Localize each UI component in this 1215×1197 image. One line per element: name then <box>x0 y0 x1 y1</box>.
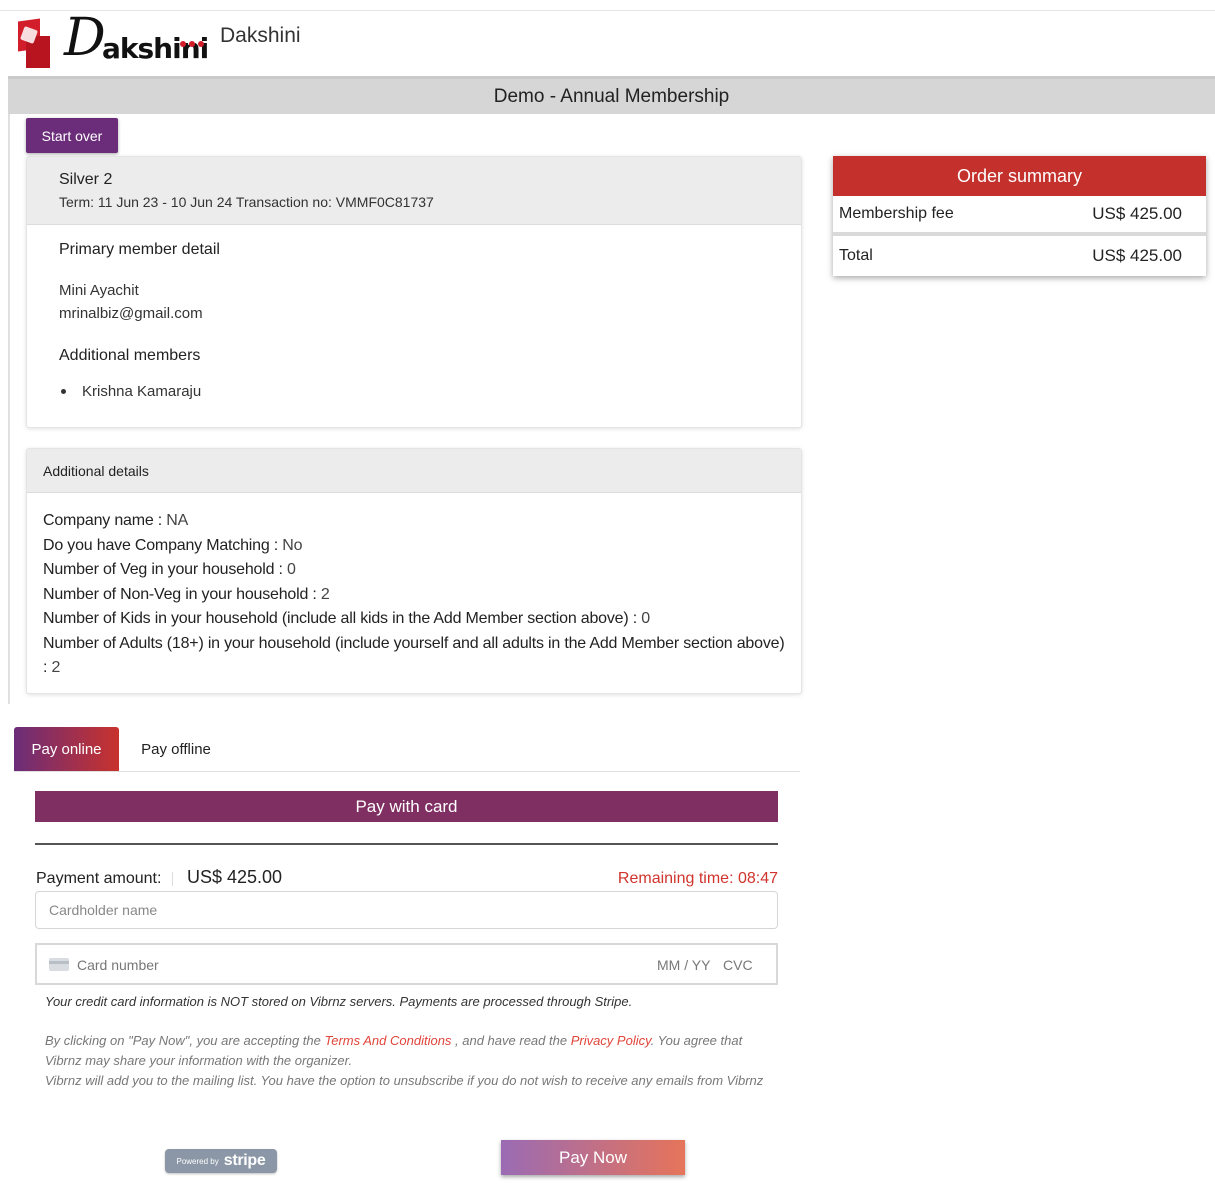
card-number-input[interactable] <box>77 953 497 977</box>
bullet-icon <box>61 389 66 394</box>
start-over-button[interactable]: Start over <box>26 118 118 153</box>
terms-and-conditions-link[interactable]: Terms And Conditions <box>324 1033 451 1048</box>
detail-adults-count: Number of Adults (18+) in your household… <box>43 634 785 677</box>
list-item: Krishna Kamaraju <box>59 383 801 400</box>
detail-nonveg-count: Number of Non-Veg in your household : 2 <box>43 585 330 603</box>
detail-veg-count: Number of Veg in your household : 0 <box>43 561 296 578</box>
payment-amount-value: US$ 425.00 <box>187 867 283 887</box>
additional-details-body: Company name : NA Do you have Company Ma… <box>27 493 801 681</box>
order-row-label: Membership fee <box>839 205 954 222</box>
order-row-total: Total US$ 425.00 <box>833 236 1206 276</box>
order-summary-title: Order summary <box>833 156 1206 196</box>
pay-now-button[interactable]: Pay Now <box>501 1140 685 1175</box>
primary-member-heading: Primary member detail <box>59 241 220 258</box>
dakshini-script-logo: D akshini <box>64 8 209 68</box>
plan-name: Silver 2 <box>59 171 113 188</box>
page-title: Demo - Annual Membership <box>8 76 1215 114</box>
order-summary-card: Order summary Membership fee US$ 425.00 … <box>833 156 1206 276</box>
brand-name: Dakshini <box>220 24 301 47</box>
primary-member-name: Mini Ayachit <box>59 282 139 299</box>
membership-card: Silver 2 Term: 11 Jun 23 - 10 Jun 24 Tra… <box>26 156 802 428</box>
card-expiry-input[interactable] <box>657 953 717 977</box>
detail-company-matching: Do you have Company Matching : No <box>43 536 303 554</box>
order-row-label: Total <box>839 247 873 264</box>
payment-divider <box>35 843 778 845</box>
card-cvc-input[interactable] <box>723 953 763 977</box>
tab-pay-online[interactable]: Pay online <box>14 727 119 772</box>
additional-members-heading: Additional members <box>59 347 201 364</box>
order-row-membership-fee: Membership fee US$ 425.00 <box>833 196 1206 236</box>
site-header: D akshini Dakshini <box>16 8 301 72</box>
primary-member-email: mrinalbiz@gmail.com <box>59 305 203 322</box>
additional-member-name: Krishna Kamaraju <box>82 383 202 400</box>
detail-company-name: Company name : NA <box>43 512 189 529</box>
membership-card-body: Primary member detail Mini Ayachit mrina… <box>27 225 801 400</box>
additional-details-heading: Additional details <box>27 449 801 493</box>
order-row-amount: US$ 425.00 <box>1092 204 1182 223</box>
plan-term: Term: 11 Jun 23 - 10 Jun 24 Transaction … <box>59 194 434 210</box>
mailing-list-note: Vibrnz will add you to the mailing list.… <box>45 1073 764 1088</box>
tab-pay-offline[interactable]: Pay offline <box>126 727 226 772</box>
card-number-field <box>35 943 778 985</box>
tab-divider <box>14 771 800 772</box>
dakshini-logo-icon <box>16 18 52 70</box>
payment-amount-separator <box>172 872 173 886</box>
credit-card-icon <box>49 958 69 971</box>
order-row-amount: US$ 425.00 <box>1092 246 1182 265</box>
cardholder-name-input[interactable] <box>35 891 778 929</box>
powered-by-stripe-badge[interactable]: Powered by stripe <box>165 1149 277 1173</box>
top-divider <box>0 10 1215 11</box>
payment-amount-label: Payment amount: <box>36 870 162 887</box>
remaining-time: Remaining time: 08:47 <box>617 870 778 887</box>
secure-storage-note: Your credit card information is NOT stor… <box>45 994 633 1009</box>
privacy-policy-link[interactable]: Privacy Policy <box>571 1033 651 1048</box>
additional-details-card: Additional details Company name : NA Do … <box>26 448 802 694</box>
left-border <box>8 114 10 704</box>
detail-kids-count: Number of Kids in your household (includ… <box>43 610 650 627</box>
pay-with-card-header: Pay with card <box>35 791 778 822</box>
terms-notice: By clicking on "Pay Now", you are accept… <box>45 1033 764 1088</box>
membership-card-header: Silver 2 Term: 11 Jun 23 - 10 Jun 24 Tra… <box>27 157 801 225</box>
